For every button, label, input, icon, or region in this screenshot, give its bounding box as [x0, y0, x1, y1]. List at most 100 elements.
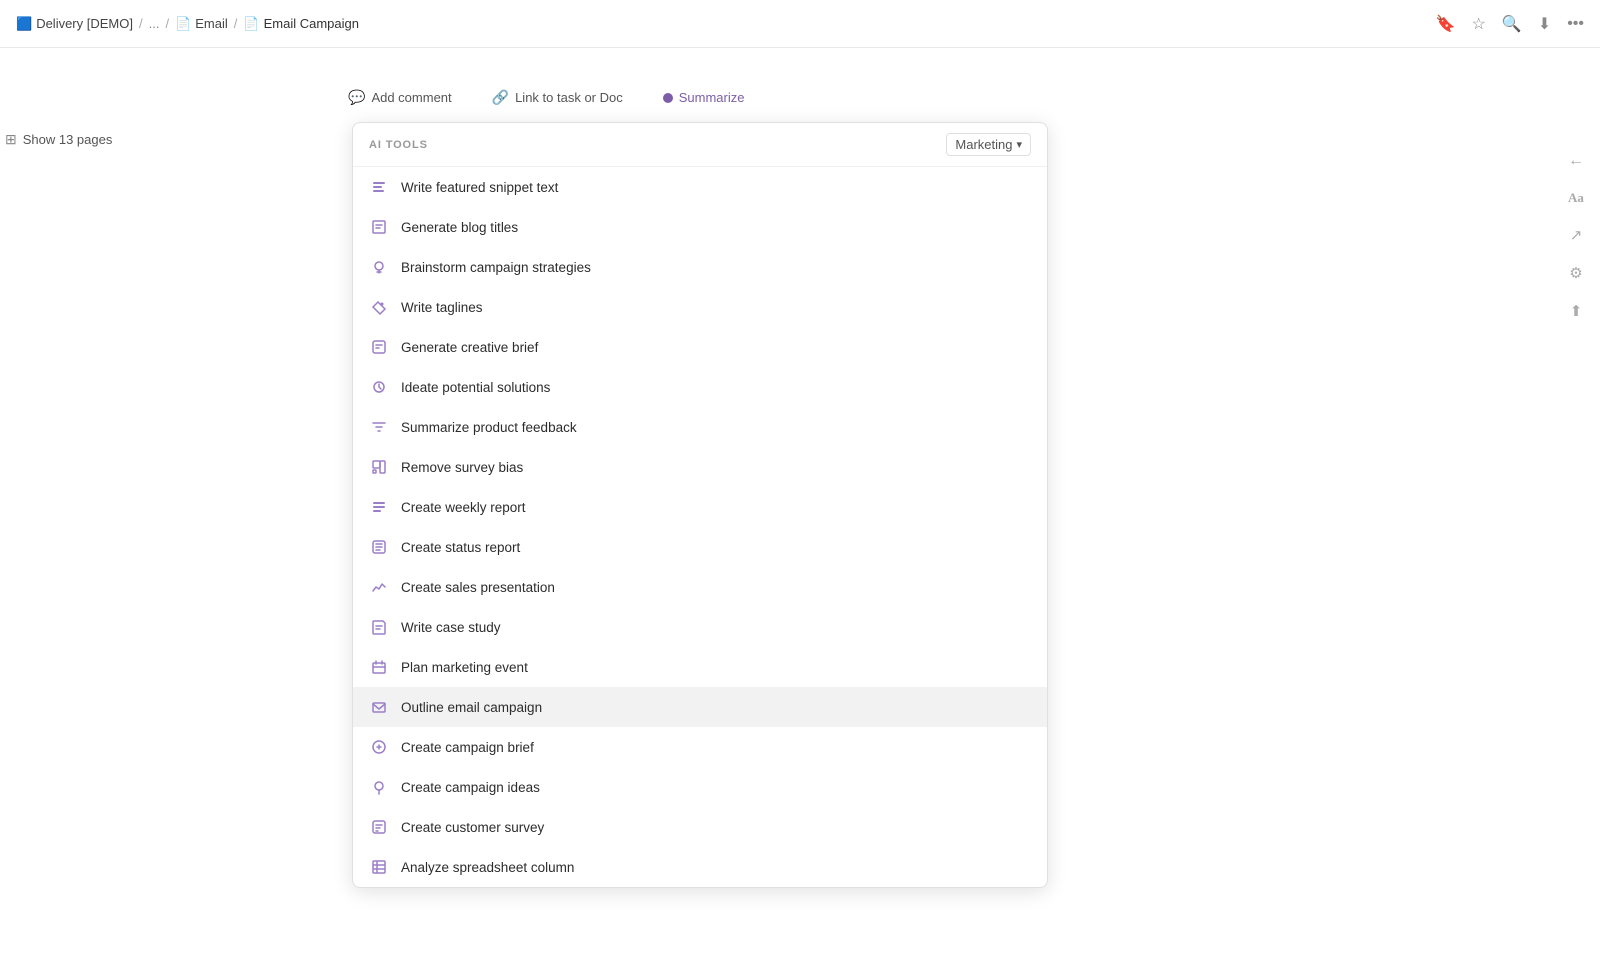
list-item[interactable]: Write featured snippet text — [353, 167, 1047, 207]
ai-tool-label: Plan marketing event — [401, 660, 528, 675]
list-item[interactable]: Ideate potential solutions — [353, 367, 1047, 407]
list-item[interactable]: Create customer survey — [353, 807, 1047, 847]
add-comment-label: Add comment — [371, 90, 451, 105]
ai-tool-label: Create weekly report — [401, 500, 526, 515]
summarize-button[interactable]: Summarize — [655, 86, 753, 109]
ai-tools-filter-button[interactable]: Marketing ▾ — [946, 133, 1031, 156]
star-icon[interactable]: ☆ — [1472, 14, 1486, 34]
campaign-ideas-icon — [369, 777, 389, 797]
marketing-event-icon — [369, 657, 389, 677]
list-item[interactable]: Generate creative brief — [353, 327, 1047, 367]
list-item[interactable]: Write case study — [353, 607, 1047, 647]
chevron-down-icon: ▾ — [1016, 138, 1022, 151]
top-bar-actions: 🔖 ☆ 🔍 ⬇ ••• — [1436, 14, 1584, 34]
right-sidebar: ← Aa ↗ ⚙ ⬆ — [1552, 140, 1600, 332]
ai-tools-header: AI TOOLS Marketing ▾ — [353, 123, 1047, 167]
list-item[interactable]: Outline email campaign — [353, 687, 1047, 727]
show-pages-label: Show 13 pages — [23, 132, 113, 147]
ai-tools-title: AI TOOLS — [369, 139, 428, 151]
bookmark-icon[interactable]: 🔖 — [1436, 14, 1456, 34]
list-item[interactable]: Write taglines — [353, 287, 1047, 327]
top-bar: 🟦 Delivery [DEMO] / ... / 📄 Email / 📄 Em… — [0, 0, 1600, 48]
list-item[interactable]: Plan marketing event — [353, 647, 1047, 687]
survey-icon — [369, 457, 389, 477]
list-item[interactable]: Create sales presentation — [353, 567, 1047, 607]
ai-tool-label: Create customer survey — [401, 820, 544, 835]
filter-label: Marketing — [955, 137, 1012, 152]
share-icon[interactable]: ↗ — [1570, 226, 1583, 244]
ai-tool-label: Summarize product feedback — [401, 420, 577, 435]
brainstorm-icon — [369, 257, 389, 277]
export-icon[interactable]: ⬆ — [1570, 302, 1583, 320]
breadcrumb-delivery[interactable]: 🟦 Delivery [DEMO] — [16, 16, 133, 32]
breadcrumb-ellipsis[interactable]: ... — [149, 16, 160, 31]
filter-icon — [369, 417, 389, 437]
add-comment-button[interactable]: 💬 Add comment — [340, 85, 460, 110]
breadcrumb-email[interactable]: 📄 Email — [175, 16, 228, 32]
link-to-task-button[interactable]: 🔗 Link to task or Doc — [484, 85, 631, 110]
link-icon: 🔗 — [492, 89, 509, 106]
ai-tool-label: Write featured snippet text — [401, 180, 558, 195]
link-to-task-label: Link to task or Doc — [515, 90, 623, 105]
sales-icon — [369, 577, 389, 597]
ai-tool-label: Write case study — [401, 620, 501, 635]
breadcrumb-email-campaign[interactable]: 📄 Email Campaign — [243, 16, 359, 32]
breadcrumb-sep-2: / — [165, 16, 169, 31]
list-item[interactable]: Create campaign ideas — [353, 767, 1047, 807]
pages-icon: ⊞ — [5, 131, 17, 148]
settings-icon[interactable]: ⚙ — [1569, 264, 1582, 282]
breadcrumb-email-label: Email — [195, 16, 228, 31]
ai-tool-label: Create campaign brief — [401, 740, 534, 755]
breadcrumb: 🟦 Delivery [DEMO] / ... / 📄 Email / 📄 Em… — [16, 16, 359, 32]
ideate-icon — [369, 377, 389, 397]
snippet-icon — [369, 177, 389, 197]
ai-tool-label: Write taglines — [401, 300, 483, 315]
comment-icon: 💬 — [348, 89, 365, 106]
customer-survey-icon — [369, 817, 389, 837]
list-item[interactable]: Brainstorm campaign strategies — [353, 247, 1047, 287]
text-size-icon[interactable]: Aa — [1568, 190, 1584, 206]
list-item[interactable]: Remove survey bias — [353, 447, 1047, 487]
email-campaign-doc-icon: 📄 — [243, 16, 259, 32]
summarize-dot-icon — [663, 93, 673, 103]
ai-tool-label: Analyze spreadsheet column — [401, 860, 574, 875]
breadcrumb-campaign-label: Email Campaign — [264, 16, 359, 31]
status-report-icon — [369, 537, 389, 557]
more-icon[interactable]: ••• — [1567, 15, 1584, 33]
breadcrumb-delivery-label: Delivery [DEMO] — [36, 16, 133, 31]
document-toolbar: 💬 Add comment 🔗 Link to task or Doc Summ… — [340, 85, 752, 110]
summarize-label: Summarize — [679, 90, 745, 105]
email-doc-icon: 📄 — [175, 16, 191, 32]
list-item[interactable]: Generate blog titles — [353, 207, 1047, 247]
email-outline-icon — [369, 697, 389, 717]
ai-tool-label: Brainstorm campaign strategies — [401, 260, 591, 275]
show-pages-toggle[interactable]: ⊞ Show 13 pages — [5, 131, 112, 148]
ai-tools-list: Write featured snippet text Generate blo… — [353, 167, 1047, 887]
search-icon[interactable]: 🔍 — [1502, 14, 1522, 34]
list-item[interactable]: Analyze spreadsheet column — [353, 847, 1047, 887]
weekly-report-icon — [369, 497, 389, 517]
list-item[interactable]: Create weekly report — [353, 487, 1047, 527]
ai-tools-dropdown: AI TOOLS Marketing ▾ Write featured snip… — [352, 122, 1048, 888]
list-item[interactable]: Summarize product feedback — [353, 407, 1047, 447]
spreadsheet-icon — [369, 857, 389, 877]
ai-tool-label: Remove survey bias — [401, 460, 523, 475]
ai-tool-label: Outline email campaign — [401, 700, 542, 715]
ai-tool-label: Generate blog titles — [401, 220, 518, 235]
case-study-icon — [369, 617, 389, 637]
brief-icon — [369, 337, 389, 357]
campaign-brief-icon — [369, 737, 389, 757]
tagline-icon — [369, 297, 389, 317]
list-item[interactable]: Create status report — [353, 527, 1047, 567]
ai-tool-label: Ideate potential solutions — [401, 380, 550, 395]
ai-tool-label: Create campaign ideas — [401, 780, 540, 795]
breadcrumb-sep-1: / — [139, 16, 143, 31]
back-icon[interactable]: ← — [1568, 152, 1584, 170]
ai-tool-label: Create sales presentation — [401, 580, 555, 595]
breadcrumb-sep-3: / — [234, 16, 238, 31]
list-item[interactable]: Create campaign brief — [353, 727, 1047, 767]
ai-tool-label: Generate creative brief — [401, 340, 538, 355]
blog-icon — [369, 217, 389, 237]
download-icon[interactable]: ⬇ — [1538, 14, 1551, 34]
ai-tool-label: Create status report — [401, 540, 520, 555]
